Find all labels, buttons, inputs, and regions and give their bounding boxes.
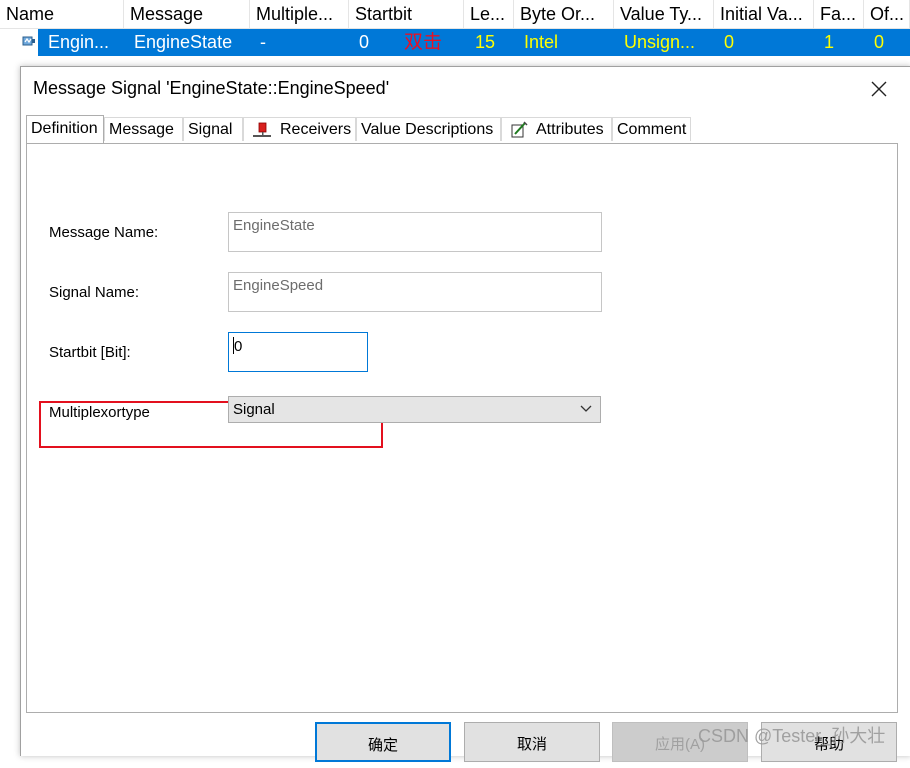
tab-receivers-label: Receivers	[280, 121, 352, 138]
signal-name-label: Signal Name:	[49, 284, 140, 301]
watermark: CSDN @Tester_孙大壮	[698, 726, 886, 746]
signal-name-field[interactable]: EngineSpeed	[228, 272, 602, 312]
multiplexortype-select[interactable]: Signal	[228, 396, 601, 423]
tab-signal[interactable]: Signal	[183, 117, 243, 141]
column-header-message[interactable]: Message	[124, 0, 250, 28]
cell-name[interactable]: Engin...	[48, 29, 109, 56]
startbit-input[interactable]: 0	[228, 332, 368, 372]
tab-message[interactable]: Message	[104, 117, 183, 141]
receivers-icon	[253, 122, 271, 137]
cell-initial-value[interactable]: 0	[724, 29, 734, 56]
cell-length[interactable]: 15	[475, 29, 495, 56]
signal-grid-header: Name Message Multiple... Startbit Le... …	[0, 0, 910, 29]
message-name-field[interactable]: EngineState	[228, 212, 602, 252]
column-header-offset[interactable]: Of...	[864, 0, 910, 28]
startbit-value: 0	[234, 338, 243, 355]
cell-message[interactable]: EngineState	[134, 29, 232, 56]
tab-value-descriptions[interactable]: Value Descriptions	[356, 117, 501, 141]
column-header-startbit[interactable]: Startbit	[349, 0, 464, 28]
attributes-icon	[511, 121, 528, 138]
tab-receivers[interactable]: Receivers	[243, 117, 356, 141]
column-header-byte-order[interactable]: Byte Or...	[514, 0, 614, 28]
startbit-label: Startbit [Bit]:	[49, 344, 131, 361]
signal-icon	[22, 36, 35, 46]
ok-button[interactable]: 确定	[315, 722, 451, 762]
column-header-factor[interactable]: Fa...	[814, 0, 864, 28]
cell-byte-order[interactable]: Intel	[524, 29, 558, 56]
column-header-value-type[interactable]: Value Ty...	[614, 0, 714, 28]
message-signal-dialog: Message Signal 'EngineState::EngineSpeed…	[20, 66, 910, 762]
cell-factor[interactable]: 1	[824, 29, 834, 56]
dialog-title: Message Signal 'EngineState::EngineSpeed…	[33, 78, 390, 98]
cell-startbit[interactable]: 0	[359, 29, 369, 56]
tab-attributes-label: Attributes	[536, 121, 604, 138]
column-header-multiplexor[interactable]: Multiple...	[250, 0, 349, 28]
tab-comment[interactable]: Comment	[612, 117, 691, 141]
message-name-label: Message Name:	[49, 224, 159, 241]
double-click-annotation: 双击	[404, 32, 443, 53]
column-header-initial-value[interactable]: Initial Va...	[714, 0, 814, 28]
column-header-length[interactable]: Le...	[464, 0, 514, 28]
tab-attributes[interactable]: Attributes	[501, 117, 612, 141]
cell-multiplexor[interactable]: -	[260, 29, 266, 56]
cell-offset[interactable]: 0	[874, 29, 884, 56]
column-header-name[interactable]: Name	[0, 0, 124, 28]
tab-definition[interactable]: Definition	[26, 115, 104, 143]
chevron-down-icon	[580, 405, 592, 412]
multiplexortype-value: Signal	[233, 401, 275, 418]
close-icon[interactable]	[869, 79, 889, 99]
cell-value-type[interactable]: Unsign...	[624, 29, 695, 56]
definition-panel: Message Name: EngineState Signal Name: E…	[26, 143, 898, 713]
cancel-button[interactable]: 取消	[464, 722, 600, 762]
multiplexortype-label: Multiplexortype	[49, 404, 150, 421]
